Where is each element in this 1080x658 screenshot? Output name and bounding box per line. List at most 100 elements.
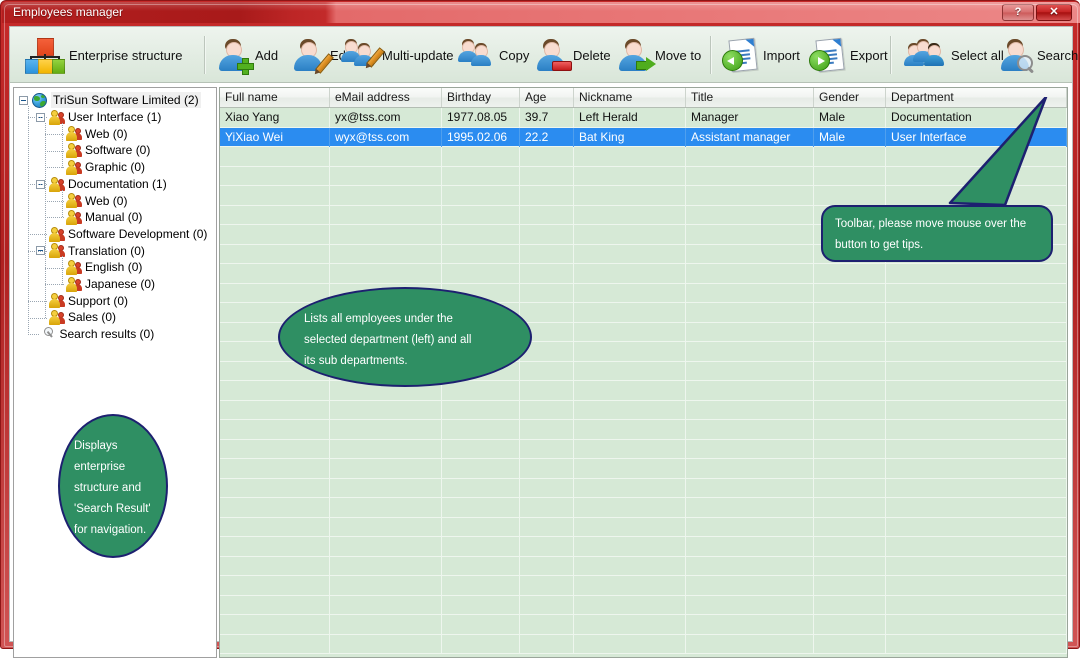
grid-cell[interactable]	[520, 381, 574, 400]
table-row[interactable]	[220, 634, 1067, 654]
grid-cell[interactable]	[330, 478, 442, 498]
grid-cell[interactable]	[520, 186, 574, 205]
grid-cell[interactable]	[886, 517, 1067, 537]
grid-cell[interactable]	[442, 634, 520, 654]
grid-cell[interactable]	[574, 556, 686, 576]
grid-cell[interactable]	[686, 147, 814, 166]
grid-cell[interactable]	[886, 322, 1067, 342]
grid-cell[interactable]	[814, 303, 886, 322]
grid-cell[interactable]	[520, 166, 574, 186]
grid-cell[interactable]	[442, 166, 520, 186]
grid-cell[interactable]	[220, 205, 330, 225]
grid-cell[interactable]	[220, 459, 330, 478]
grid-cell[interactable]: Male	[814, 127, 886, 147]
grid-cell[interactable]	[442, 400, 520, 420]
table-row[interactable]	[220, 459, 1067, 479]
grid-cell[interactable]	[442, 537, 520, 556]
grid-cell[interactable]	[330, 420, 442, 439]
grid-cell[interactable]	[574, 147, 686, 166]
grid-cell[interactable]	[814, 537, 886, 556]
grid-cell[interactable]	[330, 576, 442, 595]
grid-cell[interactable]	[520, 556, 574, 576]
grid-cell[interactable]	[442, 595, 520, 615]
grid-cell[interactable]	[442, 205, 520, 225]
table-row[interactable]	[220, 537, 1067, 557]
grid-cell[interactable]	[574, 634, 686, 654]
grid-cell[interactable]	[330, 595, 442, 615]
grid-cell[interactable]	[442, 381, 520, 400]
grid-cell[interactable]	[686, 381, 814, 400]
grid-cell[interactable]	[330, 205, 442, 225]
grid-cell[interactable]	[686, 478, 814, 498]
grid-cell[interactable]	[686, 225, 814, 244]
grid-cell[interactable]	[520, 420, 574, 439]
grid-cell[interactable]	[686, 439, 814, 459]
grid-cell[interactable]	[886, 303, 1067, 322]
grid-cell[interactable]	[686, 537, 814, 556]
grid-cell[interactable]	[574, 342, 686, 361]
grid-cell[interactable]: YiXiao Wei	[220, 127, 330, 147]
grid-cell[interactable]	[442, 225, 520, 244]
grid-cell[interactable]	[686, 166, 814, 186]
grid-cell[interactable]	[574, 439, 686, 459]
grid-cell[interactable]	[686, 186, 814, 205]
grid-cell[interactable]	[520, 576, 574, 595]
tree-collapse-toggle[interactable]	[19, 96, 28, 105]
grid-cell[interactable]	[220, 615, 330, 634]
grid-cell[interactable]	[220, 498, 330, 517]
table-row[interactable]	[220, 556, 1067, 576]
grid-cell[interactable]	[220, 225, 330, 244]
grid-cell[interactable]	[686, 244, 814, 264]
grid-cell[interactable]	[330, 147, 442, 166]
grid-cell[interactable]	[520, 517, 574, 537]
grid-cell[interactable]	[330, 400, 442, 420]
grid-cell[interactable]	[686, 634, 814, 654]
grid-column-header[interactable]: Age	[520, 88, 574, 107]
grid-cell[interactable]	[686, 517, 814, 537]
grid-cell[interactable]	[686, 303, 814, 322]
grid-cell[interactable]	[686, 498, 814, 517]
grid-cell[interactable]	[330, 225, 442, 244]
grid-cell[interactable]	[442, 186, 520, 205]
grid-cell[interactable]	[442, 459, 520, 478]
close-button[interactable]: ✕	[1036, 4, 1072, 21]
grid-cell[interactable]	[686, 556, 814, 576]
table-row[interactable]	[220, 381, 1067, 401]
grid-cell[interactable]: Male	[814, 108, 886, 127]
grid-cell[interactable]	[330, 264, 442, 283]
table-row[interactable]	[220, 264, 1067, 284]
grid-cell[interactable]	[220, 537, 330, 556]
grid-cell[interactable]	[886, 381, 1067, 400]
grid-cell[interactable]	[886, 537, 1067, 556]
grid-cell[interactable]	[442, 517, 520, 537]
grid-cell[interactable]	[520, 283, 574, 303]
grid-cell[interactable]	[574, 459, 686, 478]
grid-cell[interactable]	[520, 244, 574, 264]
grid-cell[interactable]	[814, 576, 886, 595]
grid-column-header[interactable]: Nickname	[574, 88, 686, 107]
grid-cell[interactable]	[330, 634, 442, 654]
grid-cell[interactable]	[442, 615, 520, 634]
grid-cell[interactable]	[520, 439, 574, 459]
grid-cell[interactable]	[686, 322, 814, 342]
grid-cell[interactable]	[520, 205, 574, 225]
grid-cell[interactable]	[886, 264, 1067, 283]
grid-cell[interactable]	[686, 264, 814, 283]
grid-cell[interactable]	[520, 147, 574, 166]
grid-cell[interactable]	[814, 381, 886, 400]
grid-cell[interactable]	[574, 478, 686, 498]
toolbar-button-enterprise-structure[interactable]: Enterprise structure	[18, 30, 188, 80]
grid-cell[interactable]	[220, 420, 330, 439]
grid-cell[interactable]	[330, 244, 442, 264]
grid-cell[interactable]	[220, 147, 330, 166]
grid-cell[interactable]	[442, 478, 520, 498]
title-bar[interactable]: Employees manager ? ✕	[2, 2, 1080, 23]
grid-cell[interactable]	[220, 439, 330, 459]
grid-cell[interactable]	[574, 615, 686, 634]
grid-cell[interactable]	[814, 322, 886, 342]
grid-cell[interactable]	[814, 498, 886, 517]
grid-cell[interactable]	[574, 244, 686, 264]
grid-cell[interactable]	[520, 615, 574, 634]
toolbar-button-export[interactable]: Export	[803, 30, 894, 80]
grid-cell[interactable]: 1977.08.05	[442, 108, 520, 127]
